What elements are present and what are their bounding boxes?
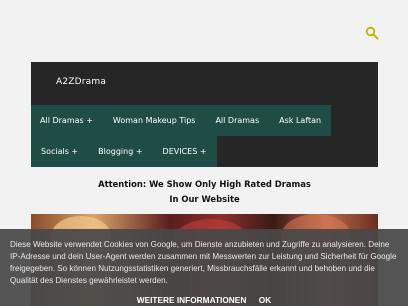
main-menu-row-2: Socials + Blogging + DEVICES + xyxy=(31,136,217,167)
menu-item-blogging[interactable]: Blogging + xyxy=(88,136,153,167)
menu-item-woman-makeup-tips[interactable]: Woman Makeup Tips xyxy=(102,105,206,136)
top-bar xyxy=(0,0,408,60)
more-info-button[interactable]: WEITERE INFORMATIONEN xyxy=(137,295,247,305)
attention-notice: Attention: We Show Only High Rated Drama… xyxy=(31,177,378,207)
cookie-text: Diese Website verwendet Cookies von Goog… xyxy=(10,240,397,285)
search-icon[interactable] xyxy=(365,26,379,40)
cookie-actions: WEITERE INFORMATIONEN OK xyxy=(0,290,408,306)
cookie-banner: Diese Website verwendet Cookies von Goog… xyxy=(0,229,408,306)
menu-item-socials[interactable]: Socials + xyxy=(31,136,89,167)
attention-line-2: In Our Website xyxy=(169,194,240,204)
ok-button[interactable]: OK xyxy=(259,295,271,305)
menu-item-all-dramas-plus[interactable]: All Dramas + xyxy=(31,105,103,136)
main-menu-row-1: All Dramas + Woman Makeup Tips All Drama… xyxy=(31,105,332,136)
site-title[interactable]: A2ZDrama xyxy=(56,77,106,87)
menu-item-all-dramas[interactable]: All Dramas xyxy=(205,105,270,136)
site-header: A2ZDrama xyxy=(31,62,378,105)
attention-line-1: Attention: We Show Only High Rated Drama… xyxy=(98,179,311,189)
menu-item-devices[interactable]: DEVICES + xyxy=(152,136,217,167)
menu-item-ask-laftan[interactable]: Ask Laftan xyxy=(269,105,332,136)
